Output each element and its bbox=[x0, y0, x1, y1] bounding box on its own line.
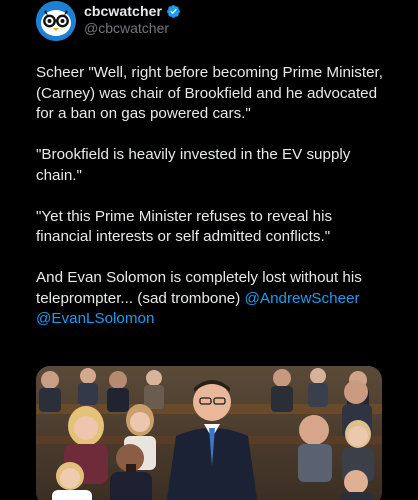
house-of-commons-photo bbox=[36, 366, 382, 500]
user-handle[interactable]: @cbcwatcher bbox=[84, 20, 169, 36]
owl-glasses-icon bbox=[36, 1, 76, 41]
tweet-paragraph-final: And Evan Solomon is completely lost with… bbox=[36, 268, 386, 330]
name-row: cbcwatcher bbox=[84, 2, 181, 20]
avatar[interactable] bbox=[36, 1, 76, 41]
display-name[interactable]: cbcwatcher bbox=[84, 3, 162, 19]
tweet-paragraph: Scheer "Well, right before becoming Prim… bbox=[36, 64, 383, 122]
tweet-header: cbcwatcher @cbcwatcher bbox=[36, 0, 376, 41]
tweet-paragraph: "Yet this Prime Minister refuses to reve… bbox=[36, 207, 333, 246]
tweet-card: cbcwatcher @cbcwatcher Scheer "Well, rig… bbox=[20, 0, 398, 500]
tweet-media[interactable] bbox=[36, 366, 382, 500]
verified-badge-icon bbox=[167, 4, 180, 18]
mention-link[interactable]: @EvanLSolomon bbox=[36, 310, 154, 327]
tweet-paragraph: "Brookfield is heavily invested in the E… bbox=[36, 146, 351, 184]
mention-link[interactable]: @AndrewScheer bbox=[245, 290, 360, 307]
tweet-text: Scheer "Well, right before becoming Prim… bbox=[36, 63, 386, 330]
